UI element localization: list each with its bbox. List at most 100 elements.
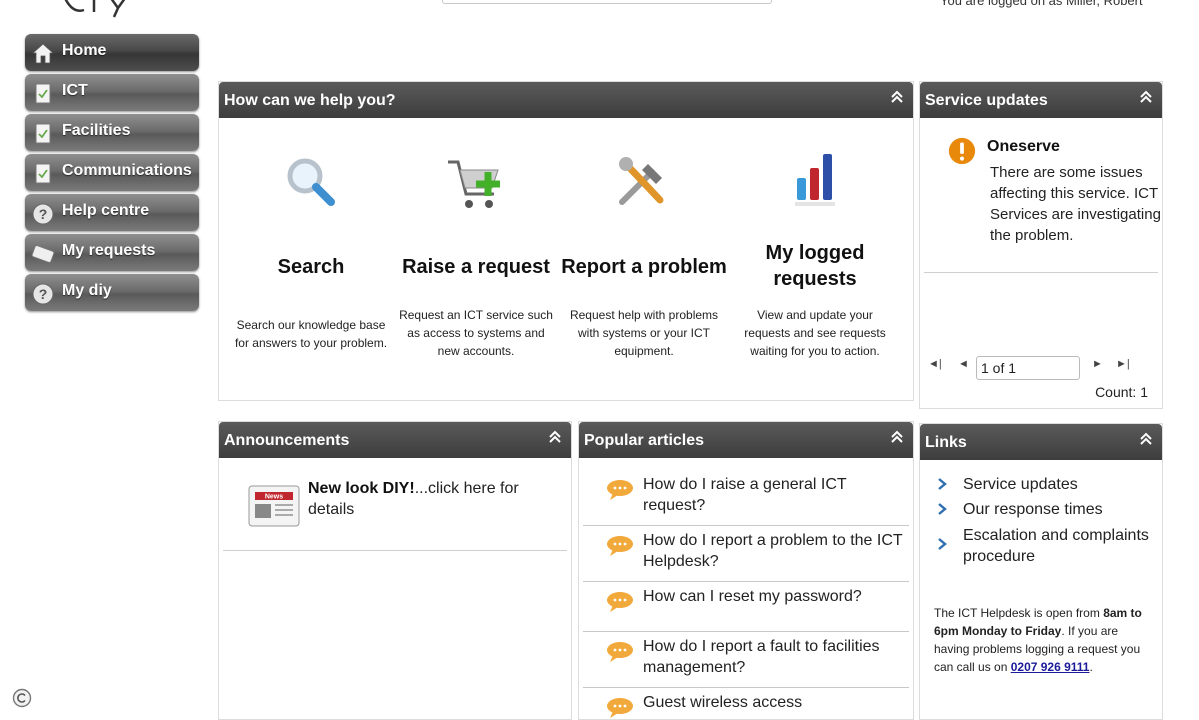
help-option-desc: Request an ICT service such as access to… (399, 308, 553, 358)
page-input[interactable] (976, 356, 1080, 380)
nav-item-label: ICT (62, 82, 88, 99)
help-option-desc: Request help with problems with systems … (569, 308, 719, 358)
nav-item-my-requests[interactable]: My requests (25, 234, 199, 271)
help-option-title: Search (277, 256, 345, 278)
speech-bubble-icon (607, 480, 633, 500)
service-item-text: There are some issues affecting this ser… (990, 164, 1161, 244)
help-panel: How can we help you? Search Search our k… (218, 81, 914, 401)
diy-logo (64, 0, 126, 18)
help-option-title: Raise a request (402, 256, 550, 278)
announcements-header: Announcements (219, 422, 571, 458)
links-item[interactable]: Service updates (936, 474, 1156, 496)
help-option-logged-requests[interactable]: My logged requests View and update your … (731, 118, 899, 388)
nav-item-label: Help centre (62, 202, 150, 219)
help-option-desc: View and update your requests and see re… (744, 308, 886, 358)
question-icon: ? (32, 203, 54, 225)
link-text[interactable]: Escalation and complaints procedure (963, 525, 1163, 567)
nav-item-home[interactable]: Home (25, 34, 199, 71)
helpdesk-info: The ICT Helpdesk is open from 8am to 6pm… (934, 604, 1154, 676)
nav-item-communications[interactable]: Communications (25, 154, 199, 191)
popular-article-item[interactable]: How do I report a fault to facilities ma… (583, 632, 909, 688)
link-text[interactable]: Our response times (963, 499, 1163, 520)
help-option-title: My logged requests (765, 242, 865, 290)
service-count: Count: 1 (1095, 384, 1148, 400)
checklist-icon (35, 123, 51, 144)
first-page-icon[interactable]: ◄| (928, 358, 942, 370)
last-page-icon[interactable]: ►| (1116, 358, 1130, 370)
article-link[interactable]: How do I report a fault to facilities ma… (643, 636, 909, 678)
service-pager: ◄| ◄ ► ►| (928, 356, 1158, 380)
top-search-input[interactable] (442, 0, 772, 4)
chevron-right-icon (938, 538, 947, 550)
checklist-icon (35, 83, 51, 104)
announcement-bold: New look DIY! (308, 480, 415, 497)
chevron-right-icon (938, 478, 947, 490)
nav-item-label: Communications (62, 162, 192, 179)
checklist-icon (35, 163, 51, 184)
nav-item-label: My diy (62, 282, 112, 299)
popular-article-item[interactable]: How can I reset my password? (583, 582, 909, 632)
help-option-desc: Search our knowledge base for answers to… (234, 318, 388, 350)
service-updates-header: Service updates (920, 82, 1162, 118)
help-option-search[interactable]: Search Search our knowledge base for ans… (229, 118, 393, 388)
panel-title: How can we help you? (224, 92, 396, 109)
speech-bubble-icon (607, 642, 633, 662)
panel-title: Announcements (224, 432, 350, 449)
links-panel: Links Service updates Our response times… (919, 423, 1163, 720)
nav-item-my-diy[interactable]: ? My diy (25, 274, 199, 311)
nav-item-label: My requests (62, 242, 156, 259)
links-header: Links (920, 424, 1162, 460)
popular-articles-panel: Popular articles How do I raise a genera… (578, 421, 914, 720)
popular-article-item[interactable]: How do I raise a general ICT request? (583, 470, 909, 526)
nav-item-ict[interactable]: ICT (25, 74, 199, 111)
collapse-icon[interactable] (547, 428, 563, 446)
nav-item-label: Facilities (62, 122, 131, 139)
article-link[interactable]: Guest wireless access (643, 692, 909, 713)
service-item-title[interactable]: Oneserve (987, 138, 1060, 156)
svg-text:?: ? (39, 206, 48, 222)
help-option-raise-request[interactable]: Raise a request Request an ICT service s… (395, 118, 557, 388)
nav-item-label: Home (62, 42, 107, 59)
divider (924, 272, 1158, 273)
ticket-icon (31, 245, 55, 263)
nav-item-facilities[interactable]: Facilities (25, 114, 199, 151)
panel-title: Service updates (925, 92, 1048, 109)
helpdesk-phone-link[interactable]: 0207 926 9111 (1011, 660, 1090, 674)
popular-article-item[interactable]: Guest wireless access (583, 688, 909, 720)
bar-chart-icon (795, 154, 835, 206)
collapse-icon[interactable] (889, 88, 905, 106)
speech-bubble-icon (607, 592, 633, 612)
collapse-icon[interactable] (1138, 430, 1154, 448)
article-link[interactable]: How do I raise a general ICT request? (643, 474, 909, 516)
links-item[interactable]: Our response times (936, 499, 1156, 521)
panel-title: Popular articles (584, 432, 705, 449)
chevron-right-icon (938, 503, 947, 515)
copyright-icon (12, 688, 32, 708)
house-icon (31, 43, 55, 64)
popular-articles-header: Popular articles (579, 422, 913, 458)
helpdesk-pre: The ICT Helpdesk is open from (934, 606, 1104, 620)
tools-icon (619, 157, 664, 205)
main-nav: Home ICT Facilities Communications ? Hel… (25, 34, 199, 314)
cart-add-icon (448, 160, 500, 208)
article-link[interactable]: How do I report a problem to the ICT Hel… (643, 530, 909, 572)
popular-article-item[interactable]: How do I report a problem to the ICT Hel… (583, 526, 909, 582)
warning-icon (948, 137, 976, 165)
announcement-item[interactable]: New look DIY!...click here for details (308, 478, 548, 520)
speech-bubble-icon (607, 536, 633, 556)
links-item[interactable]: Escalation and complaints procedure (936, 525, 1156, 569)
help-option-report-problem[interactable]: Report a problem Request help with probl… (561, 118, 727, 388)
service-updates-panel: Service updates Oneserve There are some … (919, 81, 1163, 409)
magnifier-icon (287, 158, 335, 206)
svg-text:?: ? (39, 286, 48, 302)
article-link[interactable]: How can I reset my password? (643, 586, 909, 607)
link-text[interactable]: Service updates (963, 474, 1163, 495)
logged-on-text: You are logged on as Miller, Robert (940, 0, 1143, 8)
collapse-icon[interactable] (889, 428, 905, 446)
collapse-icon[interactable] (1138, 88, 1154, 106)
prev-page-icon[interactable]: ◄ (958, 358, 969, 370)
announcements-panel: Announcements News New look DIY!...click… (218, 421, 572, 720)
next-page-icon[interactable]: ► (1092, 358, 1103, 370)
nav-item-help-centre[interactable]: ? Help centre (25, 194, 199, 231)
help-option-title: Report a problem (561, 256, 727, 278)
